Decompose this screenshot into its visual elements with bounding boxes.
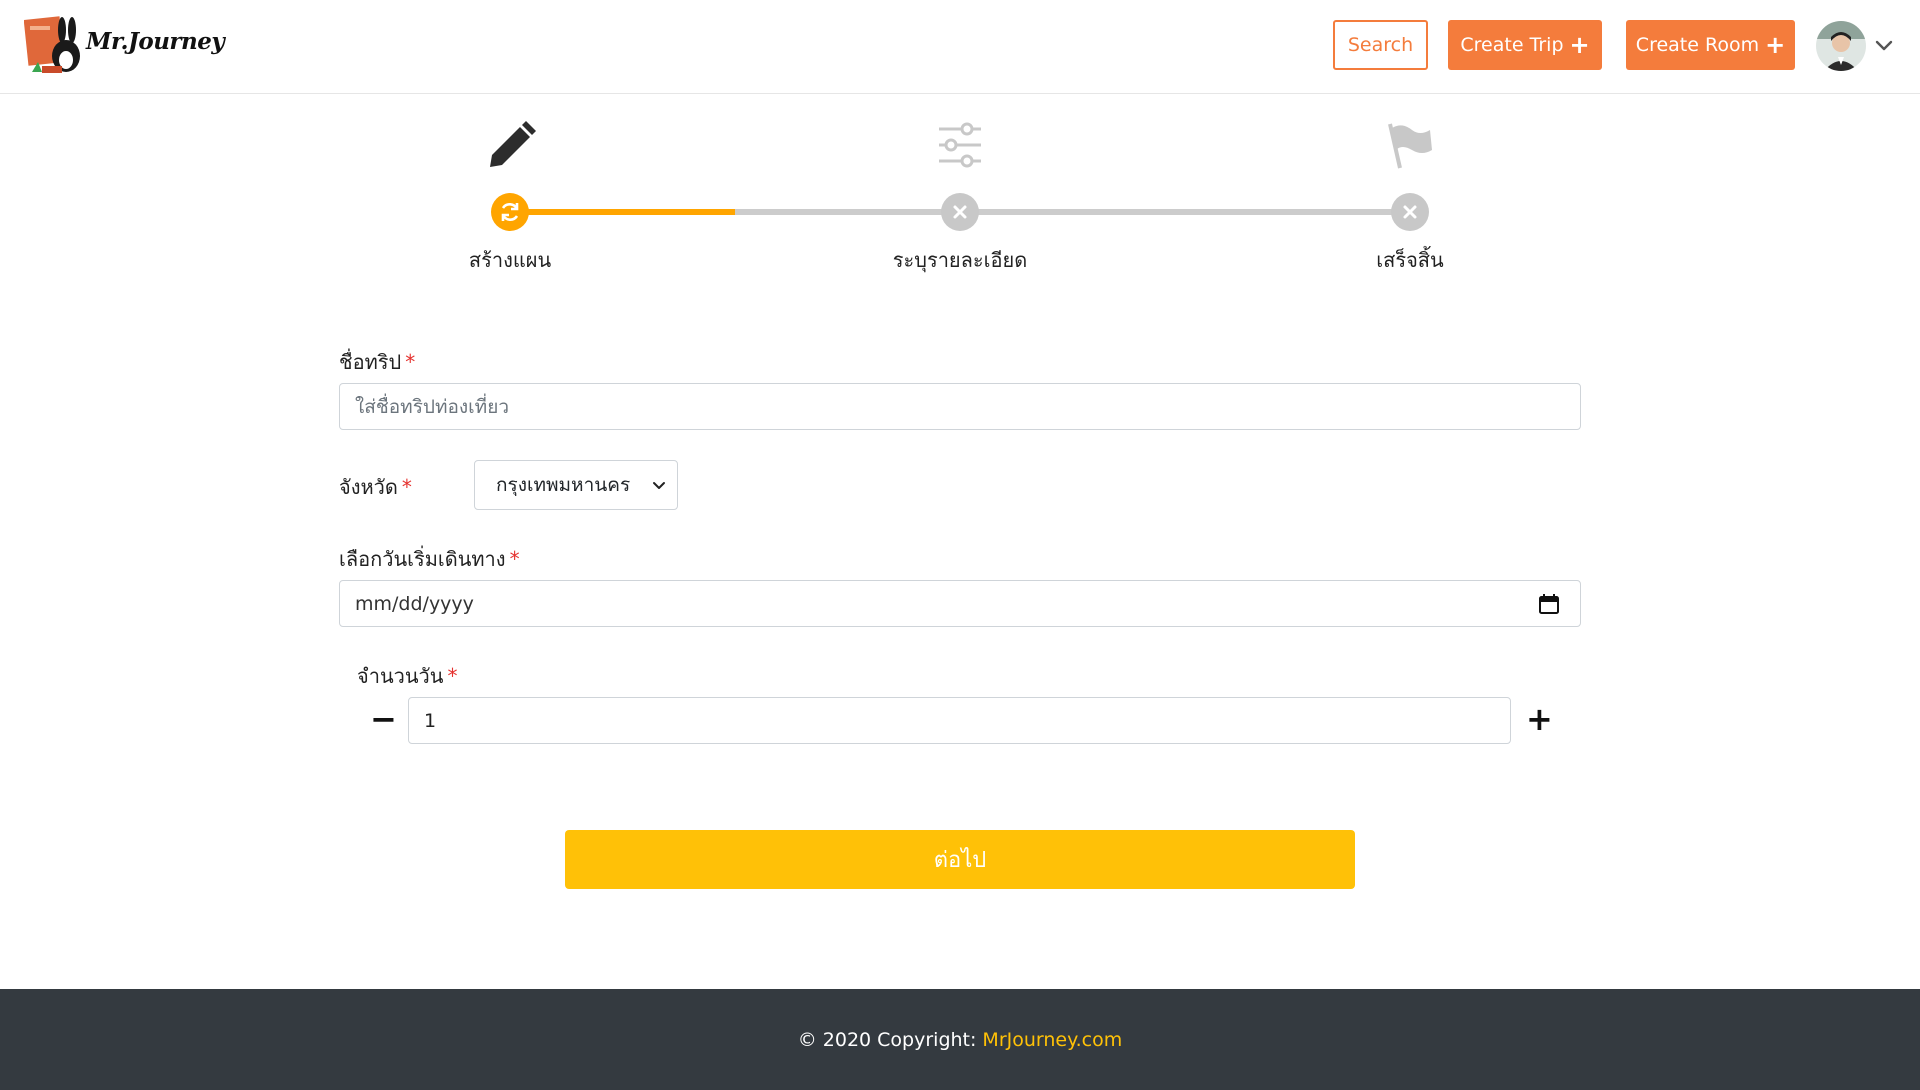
create-room-label: Create Room [1635, 34, 1760, 56]
create-room-button[interactable]: Create Room + [1626, 20, 1795, 70]
decrement-button[interactable]: − [370, 703, 397, 735]
days-label: จำนวนวัน * [357, 664, 458, 688]
step-2-label: ระบุรายละเอียด [892, 248, 1028, 272]
required-mark: * [405, 350, 416, 374]
step-1-status [491, 193, 529, 231]
province-label: จังหวัด * [339, 475, 412, 499]
step-2-status [941, 193, 979, 231]
start-date-input[interactable]: mm/dd/yyyy [339, 580, 1581, 627]
days-value: 1 [424, 709, 437, 732]
create-trip-label: Create Trip [1460, 34, 1564, 56]
calendar-icon[interactable] [1538, 593, 1560, 615]
flag-icon [1388, 123, 1432, 169]
plus-icon: + [1569, 31, 1590, 59]
province-selected-value: กรุงเทพมหานคร [496, 474, 631, 496]
sliders-icon [939, 122, 981, 168]
trip-name-label: ชื่อทริป * [339, 350, 416, 374]
step-3-status [1391, 193, 1429, 231]
sync-icon [501, 203, 519, 221]
chevron-down-icon[interactable] [1873, 34, 1895, 56]
copyright-text: © 2020 Copyright: [797, 1028, 977, 1051]
step-3-label: เสร็จสิ้น [1376, 248, 1444, 272]
required-mark: * [509, 547, 520, 571]
top-navbar: Mr.Journey Search Create Trip + Create R… [0, 0, 1920, 94]
days-input[interactable]: 1 [408, 697, 1511, 744]
logo-rabbit-icon [24, 16, 80, 73]
start-date-label: เลือกวันเริ่มเดินทาง * [339, 547, 520, 571]
required-mark: * [401, 475, 412, 499]
trip-name-placeholder: ใส่ชื่อทริปท่องเที่ยว [355, 395, 510, 418]
chevron-down-icon [653, 482, 665, 489]
footer-link[interactable]: MrJourney.com [982, 1029, 1122, 1051]
pencil-icon [490, 121, 536, 167]
user-avatar[interactable] [1816, 21, 1866, 71]
x-icon [1403, 205, 1417, 219]
progress-fill [510, 209, 735, 215]
site-logo[interactable]: Mr.Journey [24, 16, 225, 76]
plus-icon: + [1765, 31, 1786, 59]
step-1-label: สร้างแผน [468, 248, 552, 272]
next-button[interactable]: ต่อไป [565, 830, 1355, 889]
logo-text: Mr.Journey [86, 28, 225, 55]
start-date-placeholder: mm/dd/yyyy [355, 592, 474, 615]
x-icon [953, 205, 967, 219]
footer: © 2020 Copyright: MrJourney.com [0, 989, 1920, 1090]
search-button[interactable]: Search [1333, 20, 1428, 70]
create-trip-button[interactable]: Create Trip + [1448, 20, 1602, 70]
trip-name-input[interactable]: ใส่ชื่อทริปท่องเที่ยว [339, 383, 1581, 430]
increment-button[interactable]: + [1526, 703, 1553, 735]
required-mark: * [447, 664, 458, 688]
province-select[interactable]: กรุงเทพมหานคร [474, 460, 678, 510]
